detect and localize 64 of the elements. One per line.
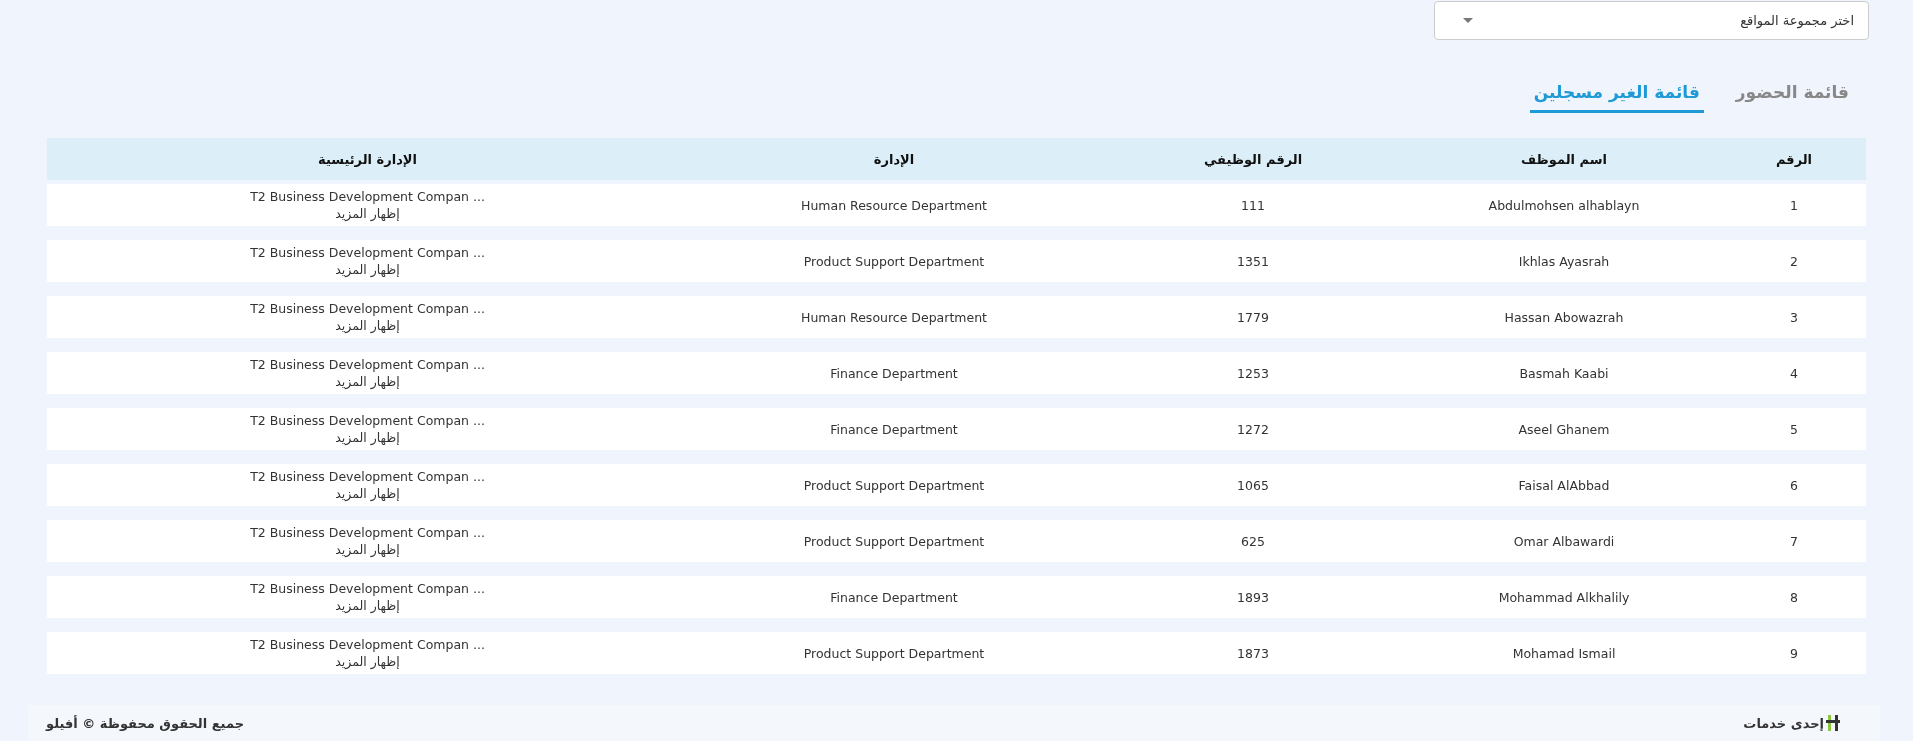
column-header: الرقم الوظيفي — [1203, 151, 1303, 167]
show-more-link[interactable]: إظهار المزيد — [335, 598, 400, 613]
logo-icon — [1826, 715, 1840, 731]
table-cell: 625 — [1241, 533, 1265, 549]
table-cell: Finance Department — [830, 589, 958, 605]
table-cell: Basmah Kaabi — [1519, 365, 1609, 381]
table-cell: Omar Albawardi — [1513, 533, 1615, 549]
table-cell: T2 Business Development Compan ... — [250, 357, 485, 372]
table-cell: 7 — [1790, 533, 1798, 549]
column-header: الرقم — [1775, 151, 1813, 167]
table-cell: Aseel Ghanem — [1518, 421, 1610, 437]
table-cell: 1779 — [1237, 309, 1269, 325]
table-cell: T2 Business Development Compan ... — [250, 413, 485, 428]
table-cell: Mohamad Ismail — [1512, 645, 1616, 661]
table-cell: 1253 — [1237, 365, 1269, 381]
table-cell: 9 — [1790, 645, 1798, 661]
table-cell: 1065 — [1237, 477, 1269, 493]
table-cell: 1351 — [1237, 253, 1269, 269]
table-cell: T2 Business Development Compan ... — [250, 245, 485, 260]
show-more-link[interactable]: إظهار المزيد — [335, 654, 400, 669]
table-cell: Abdulmohsen alhablayn — [1488, 197, 1640, 213]
table-cell: Product Support Department — [803, 253, 985, 269]
column-header: الإدارة — [873, 151, 915, 167]
table-cell: Ikhlas Ayasrah — [1518, 253, 1610, 269]
table-cell: 8 — [1790, 589, 1798, 605]
column-header: الإدارة الرئيسية — [318, 151, 417, 167]
table-cell: T2 Business Development Compan ... — [250, 469, 485, 484]
table-cell: 1 — [1790, 197, 1798, 213]
table-cell: Human Resource Department — [801, 309, 987, 325]
table-cell: 6 — [1790, 477, 1798, 493]
copyright-text: جميع الحقوق محفوظة © أفيلو — [46, 715, 244, 731]
table-cell: T2 Business Development Compan ... — [250, 301, 485, 316]
service-text: إحدى خدمات — [1743, 715, 1824, 731]
table-cell: 3 — [1790, 309, 1798, 325]
table-cell: T2 Business Development Compan ... — [250, 581, 485, 596]
show-more-link[interactable]: إظهار المزيد — [335, 542, 400, 557]
show-more-link[interactable]: إظهار المزيد — [335, 262, 400, 277]
show-more-link[interactable]: إظهار المزيد — [335, 318, 400, 333]
table-cell: Product Support Department — [803, 533, 985, 549]
table-cell: Product Support Department — [803, 645, 985, 661]
table-cell: 1272 — [1237, 421, 1269, 437]
table-cell: Hassan Abowazrah — [1504, 309, 1624, 325]
caret-icon — [1463, 18, 1473, 23]
table-cell: 2 — [1790, 253, 1798, 269]
table-cell: T2 Business Development Compan ... — [250, 525, 485, 540]
show-more-link[interactable]: إظهار المزيد — [335, 486, 400, 501]
table-cell: 1873 — [1237, 645, 1269, 661]
table-cell: Mohammad Alkhalily — [1498, 589, 1630, 605]
show-more-link[interactable]: إظهار المزيد — [335, 374, 400, 389]
table-cell: T2 Business Development Compan ... — [250, 637, 485, 652]
table-cell: Human Resource Department — [801, 197, 987, 213]
table-cell: Product Support Department — [803, 477, 985, 493]
table-cell: 5 — [1790, 421, 1798, 437]
show-more-link[interactable]: إظهار المزيد — [335, 206, 400, 221]
column-header: اسم الموظف — [1521, 151, 1607, 167]
table-cell: 4 — [1790, 365, 1798, 381]
table-cell: Finance Department — [830, 421, 958, 437]
table-cell: T2 Business Development Compan ... — [250, 189, 485, 204]
table-cell: Faisal AlAbbad — [1518, 477, 1610, 493]
table-cell: 1893 — [1237, 589, 1269, 605]
site-group-select[interactable]: اختر مجموعة المواقع — [1434, 1, 1869, 40]
show-more-link[interactable]: إظهار المزيد — [335, 430, 400, 445]
table-cell: 111 — [1241, 197, 1265, 213]
table-cell: Finance Department — [830, 365, 958, 381]
